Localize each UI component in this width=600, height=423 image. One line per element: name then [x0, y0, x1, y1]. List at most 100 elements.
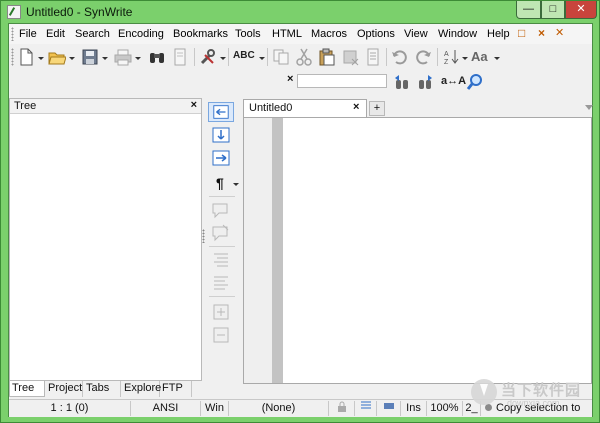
editor-area[interactable]: [243, 117, 592, 384]
indent-left-icon[interactable]: [208, 102, 234, 122]
menu-bookmarks[interactable]: Bookmarks: [173, 28, 228, 40]
status-insert-mode[interactable]: Ins: [401, 401, 427, 416]
spell-dropdown-icon[interactable]: [259, 57, 265, 60]
mdi-close-icon[interactable]: ×: [538, 26, 545, 40]
open-dropdown-icon[interactable]: [69, 57, 75, 60]
magnifier-icon[interactable]: [466, 73, 484, 91]
status-wrap[interactable]: [355, 401, 377, 416]
undo-icon[interactable]: [391, 48, 409, 66]
add-tab-button[interactable]: +: [369, 101, 385, 116]
expand-block-icon[interactable]: [208, 325, 234, 345]
panel-tab-project[interactable]: Project: [46, 381, 83, 397]
tab-menu-arrow-icon[interactable]: [585, 105, 593, 110]
panel-tab-explore[interactable]: Explore: [122, 381, 161, 397]
toolbar-separator: [194, 48, 195, 66]
menu-options[interactable]: Options: [357, 28, 395, 40]
font-dropdown-icon[interactable]: [494, 57, 500, 60]
indent-down-icon[interactable]: [208, 125, 234, 145]
pilcrow-icon[interactable]: ¶: [216, 175, 224, 191]
collapse-block-icon[interactable]: [208, 302, 234, 322]
app-icon: [7, 5, 21, 19]
find-prev-icon[interactable]: [393, 74, 411, 92]
comment-icon[interactable]: [208, 200, 234, 220]
status-zoom[interactable]: 100%: [427, 401, 463, 416]
maximize-button[interactable]: □: [541, 1, 565, 19]
binoculars-icon[interactable]: [148, 48, 166, 66]
menu-tools[interactable]: Tools: [235, 28, 261, 40]
tools-icon[interactable]: [199, 48, 217, 66]
status-line-ending[interactable]: Win: [201, 401, 229, 416]
menu-bar: File Edit Search Encoding Bookmarks Tool…: [9, 24, 592, 44]
panel-tab-ftp[interactable]: FTP: [160, 381, 192, 397]
uncomment-icon[interactable]: [208, 223, 234, 243]
vertical-toolbar: ¶: [206, 99, 240, 379]
status-encoding[interactable]: ANSI: [131, 401, 201, 416]
print-preview-icon[interactable]: [171, 48, 189, 66]
status-selection-mode[interactable]: [377, 401, 401, 416]
menu-help[interactable]: Help: [487, 28, 510, 40]
editor-tab-close-icon[interactable]: ×: [353, 101, 359, 113]
status-position[interactable]: 1 : 1 (0): [9, 401, 131, 416]
match-case-icon[interactable]: a↔A: [441, 75, 466, 87]
vertical-separator: [209, 196, 235, 197]
toolbar-grip[interactable]: [11, 48, 14, 66]
font-size-icon[interactable]: Aa: [471, 49, 488, 64]
menu-view[interactable]: View: [404, 28, 428, 40]
menu-grip[interactable]: [11, 27, 14, 41]
panel-tab-tabs[interactable]: Tabs: [84, 381, 121, 397]
sort-dropdown-icon[interactable]: [462, 57, 468, 60]
select-all-icon[interactable]: [364, 48, 382, 66]
search-input[interactable]: [297, 74, 387, 88]
fold-gutter: [272, 118, 283, 383]
status-lexer[interactable]: (None): [229, 401, 329, 416]
print-icon[interactable]: [114, 48, 132, 66]
print-dropdown-icon[interactable]: [135, 57, 141, 60]
menu-macros[interactable]: Macros: [311, 28, 347, 40]
editor-tab-untitled[interactable]: Untitled0 ×: [243, 99, 367, 117]
mdi-pin-icon[interactable]: ✕: [555, 26, 564, 39]
align-right-icon[interactable]: [208, 273, 234, 293]
panel-tab-bar: Tree Project Tabs Explore FTP: [9, 381, 202, 398]
panel-splitter[interactable]: [202, 229, 205, 243]
sort-icon[interactable]: AZ: [442, 48, 460, 66]
menu-file[interactable]: File: [19, 28, 37, 40]
save-dropdown-icon[interactable]: [102, 57, 108, 60]
search-bar-close-icon[interactable]: ×: [287, 73, 293, 85]
title-bar[interactable]: Untitled0 - SynWrite — □ ✕: [1, 1, 599, 23]
spell-check-icon[interactable]: ABC: [233, 50, 255, 61]
menu-window[interactable]: Window: [438, 28, 477, 40]
client-area: File Edit Search Encoding Bookmarks Tool…: [8, 23, 593, 417]
toolbar-separator: [386, 48, 387, 66]
menu-encoding[interactable]: Encoding: [118, 28, 164, 40]
status-readonly[interactable]: [329, 401, 355, 416]
watermark-logo: 当下软件园 downxia.com: [471, 379, 599, 415]
align-left-icon[interactable]: [208, 250, 234, 270]
toolbar-separator: [267, 48, 268, 66]
pilcrow-dropdown-icon[interactable]: [233, 183, 239, 186]
new-file-icon[interactable]: [17, 48, 35, 66]
search-toolbar: × a↔A: [9, 70, 592, 96]
wrap-icon: [360, 401, 371, 409]
menu-html[interactable]: HTML: [272, 28, 302, 40]
redo-icon[interactable]: [414, 48, 432, 66]
menu-search[interactable]: Search: [75, 28, 110, 40]
new-dropdown-icon[interactable]: [38, 57, 44, 60]
paste-icon[interactable]: [318, 48, 336, 66]
selection-mode-icon: [383, 403, 394, 409]
tree-panel-close-icon[interactable]: ×: [191, 99, 197, 111]
indent-right-icon[interactable]: [208, 148, 234, 168]
save-icon[interactable]: [81, 48, 99, 66]
open-folder-icon[interactable]: [48, 48, 66, 66]
tools-dropdown-icon[interactable]: [220, 57, 226, 60]
minimize-button[interactable]: —: [516, 1, 541, 19]
delete-icon[interactable]: [341, 48, 359, 66]
mdi-restore-icon[interactable]: □: [518, 26, 525, 40]
copy-icon[interactable]: [272, 48, 290, 66]
cut-icon[interactable]: [295, 48, 313, 66]
menu-edit[interactable]: Edit: [46, 28, 65, 40]
find-next-icon[interactable]: [416, 74, 434, 92]
svg-text:A: A: [444, 51, 449, 58]
panel-tab-tree[interactable]: Tree: [9, 381, 45, 397]
tree-panel-title: Tree: [14, 100, 37, 112]
close-button[interactable]: ✕: [565, 1, 597, 19]
